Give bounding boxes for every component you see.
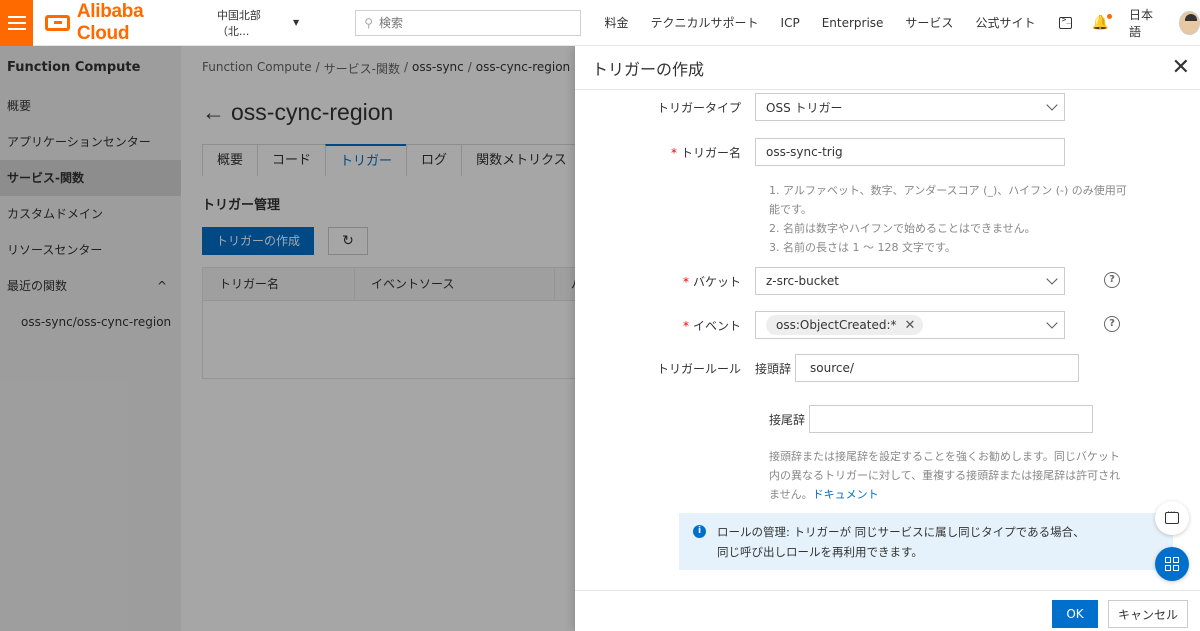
- region-selector[interactable]: 中国北部（北... ▼: [217, 7, 299, 39]
- caret-down-icon: ▼: [293, 18, 300, 27]
- hint-line: 接頭辞または接尾辞を設定することを強くお勧めします。同じバケット: [769, 450, 1120, 463]
- required-mark: *: [670, 145, 677, 160]
- trigger-name-label: * トリガー名: [575, 144, 755, 161]
- create-trigger-drawer: トリガーの作成 ✕ トリガータイプ OSS トリガー * トリガー名 oss-sy…: [575, 46, 1200, 631]
- drawer-header: トリガーの作成 ✕: [575, 46, 1200, 90]
- bucket-select[interactable]: z-src-bucket: [755, 267, 1065, 295]
- language-selector[interactable]: 日本語: [1129, 6, 1159, 40]
- bucket-label-text: バケット: [692, 274, 741, 289]
- trigger-type-select[interactable]: OSS トリガー: [755, 93, 1065, 121]
- info-line: ロールの管理: トリガーが 同じサービスに属し同じタイプである場合、: [717, 525, 1085, 539]
- apps-icon[interactable]: [1155, 547, 1189, 581]
- trigger-type-value: OSS トリガー: [766, 100, 843, 115]
- hint-text: ません。: [769, 488, 813, 501]
- chat-icon[interactable]: [1155, 501, 1189, 535]
- info-line: 同じ呼び出しロールを再利用できます。: [717, 545, 923, 559]
- drawer-title: トリガーの作成: [592, 59, 705, 79]
- required-mark: *: [682, 274, 689, 289]
- close-icon[interactable]: ✕: [1172, 56, 1190, 79]
- region-label: 中国北部（北...: [216, 8, 261, 38]
- event-label-text: イベント: [692, 318, 741, 333]
- event-tag: oss:ObjectCreated:* ✕: [766, 315, 924, 335]
- role-info-box: i ロールの管理: トリガーが 同じサービスに属し同じタイプである場合、 同じ呼…: [679, 513, 1173, 570]
- trigger-rule-label: トリガールール: [656, 361, 741, 376]
- nav-icp[interactable]: ICP: [781, 16, 800, 30]
- nav-official-site[interactable]: 公式サイト: [975, 14, 1035, 31]
- ok-button[interactable]: OK: [1052, 600, 1098, 628]
- suffix-input[interactable]: [809, 405, 1093, 433]
- event-tag-text: oss:ObjectCreated:*: [776, 318, 897, 332]
- info-icon: i: [693, 525, 706, 538]
- help-icon[interactable]: ?: [1104, 316, 1120, 332]
- prefix-input[interactable]: source/: [795, 354, 1079, 382]
- trigger-name-hint: 1. アルファベット、数字、アンダースコア (_)、ハイフン (-) のみ使用可…: [769, 181, 1129, 257]
- search-icon: ⚲: [364, 15, 373, 30]
- top-bar: Alibaba Cloud 中国北部（北... ▼ ⚲ 料金 テクニカルサポート …: [0, 0, 1200, 46]
- trigger-name-label-text: トリガー名: [680, 145, 741, 160]
- required-mark: *: [682, 318, 689, 333]
- hamburger-menu-icon[interactable]: [0, 0, 34, 46]
- search-box[interactable]: ⚲: [355, 9, 581, 36]
- chevron-down-icon: [1046, 317, 1058, 329]
- nav-pricing[interactable]: 料金: [605, 14, 629, 31]
- nav-support[interactable]: テクニカルサポート: [651, 14, 759, 31]
- prefix-label: 接頭辞: [755, 361, 792, 376]
- hint-line: ません。ドキュメント: [769, 485, 1129, 504]
- drawer-body: トリガータイプ OSS トリガー * トリガー名 oss-sync-trig 1.…: [575, 90, 1200, 590]
- chevron-down-icon: [1046, 99, 1058, 111]
- documentation-link[interactable]: ドキュメント: [813, 488, 879, 501]
- nav-enterprise[interactable]: Enterprise: [822, 16, 884, 30]
- hint-line: 内の異なるトリガーに対して、重複する接頭辞または接尾辞は許可され: [769, 469, 1121, 482]
- bell-icon[interactable]: 🔔: [1092, 13, 1113, 31]
- remove-tag-icon[interactable]: ✕: [905, 318, 916, 333]
- trigger-name-input[interactable]: oss-sync-trig: [755, 138, 1065, 166]
- alibaba-cloud-logo[interactable]: Alibaba Cloud: [45, 1, 191, 45]
- avatar[interactable]: [1179, 10, 1200, 35]
- suffix-label: 接尾辞: [769, 412, 806, 427]
- nav-services[interactable]: サービス: [905, 14, 953, 31]
- chevron-down-icon: [1046, 273, 1058, 285]
- hint-line: 能です。: [769, 203, 812, 216]
- drawer-footer: OK キャンセル: [575, 590, 1200, 631]
- help-icon[interactable]: ?: [1104, 272, 1120, 288]
- hint-line: 2. 名前は数字やハイフンで始めることはできません。: [769, 222, 1036, 235]
- bucket-label: * バケット: [575, 273, 755, 290]
- cancel-button[interactable]: キャンセル: [1108, 600, 1188, 628]
- top-nav: 料金 テクニカルサポート ICP Enterprise サービス 公式サイト: [605, 14, 1058, 31]
- rule-hint: 接頭辞または接尾辞を設定することを強くお勧めします。同じバケット 内の異なるトリ…: [769, 447, 1129, 504]
- event-select[interactable]: oss:ObjectCreated:* ✕: [755, 311, 1065, 339]
- hint-line: 1. アルファベット、数字、アンダースコア (_)、ハイフン (-) のみ使用可: [769, 184, 1127, 197]
- event-label: * イベント: [575, 317, 755, 334]
- terminal-icon[interactable]: [1059, 15, 1072, 29]
- trigger-type-label: トリガータイプ: [656, 100, 741, 115]
- bucket-value: z-src-bucket: [766, 274, 839, 288]
- hint-line: 3. 名前の長さは 1 ～ 128 文字です。: [769, 241, 956, 254]
- search-input[interactable]: [379, 15, 579, 30]
